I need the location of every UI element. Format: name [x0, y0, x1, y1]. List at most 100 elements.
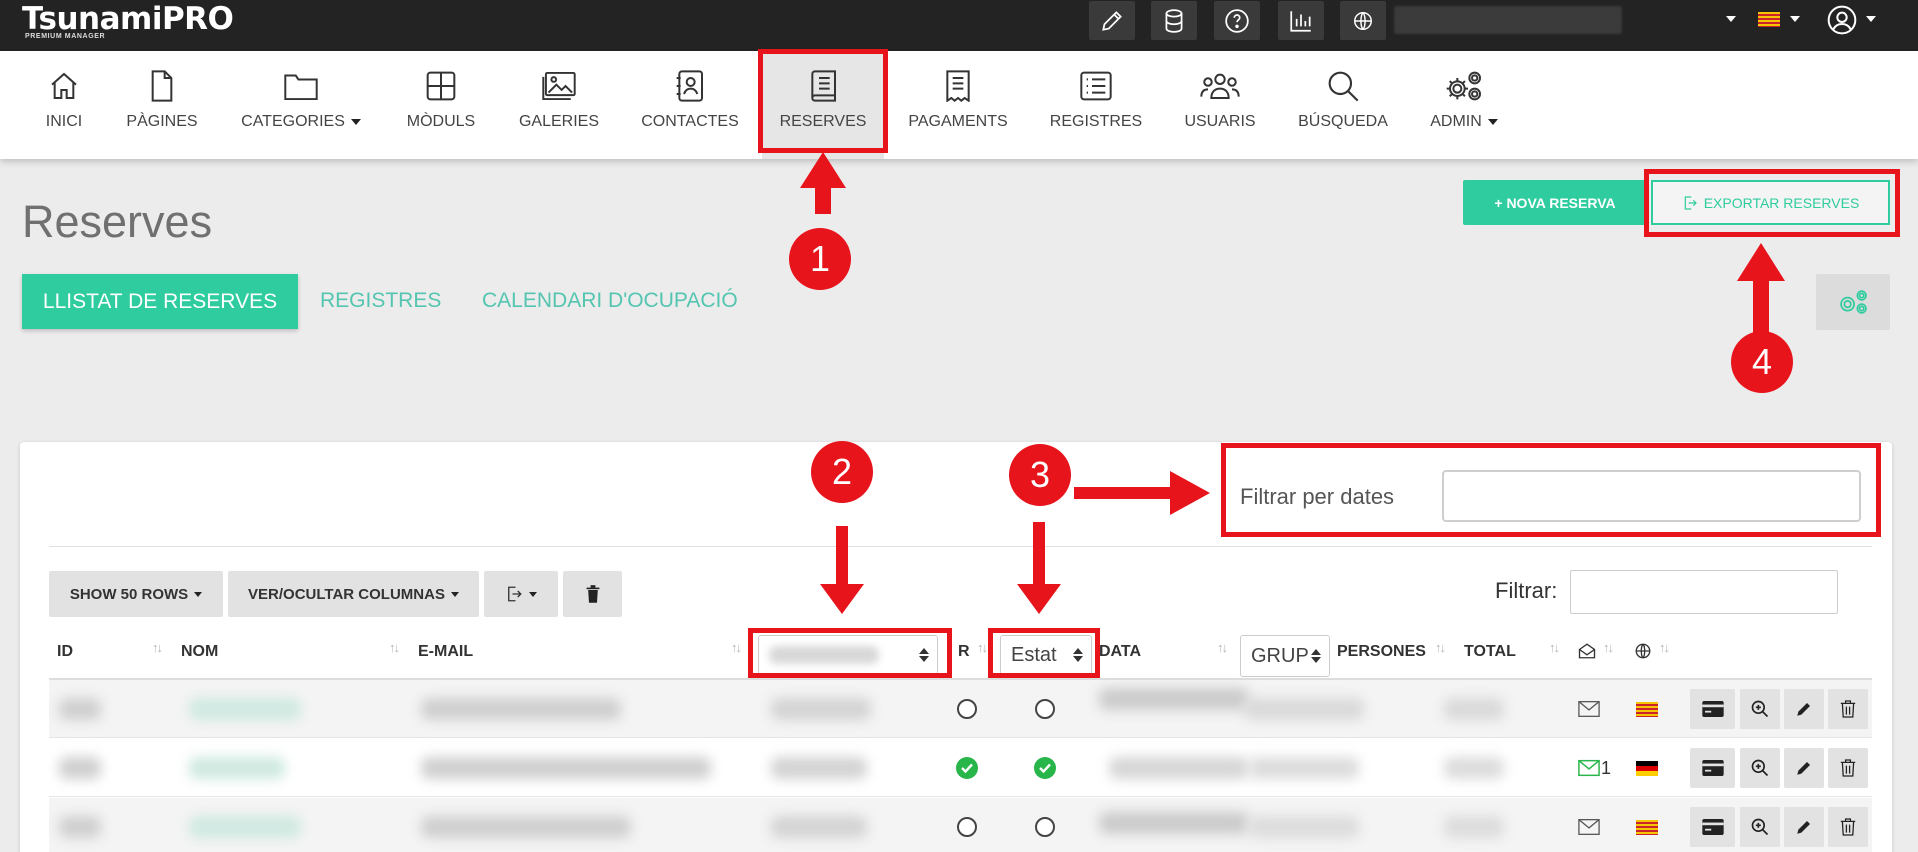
nav-label: ADMIN [1430, 113, 1482, 130]
sort-icon[interactable]: ↑↓ [1603, 640, 1614, 655]
new-reservation-button[interactable]: + NOVA RESERVA [1463, 180, 1647, 225]
settings-button[interactable] [1816, 274, 1890, 330]
sort-icon[interactable]: ↑↓ [977, 640, 988, 655]
delete-selected-button[interactable] [563, 571, 622, 617]
edit-button[interactable] [1784, 807, 1824, 847]
tab-llistat[interactable]: LLISTAT DE RESERVES [22, 274, 298, 329]
search-icon [1327, 69, 1359, 103]
estat-radio[interactable] [1035, 817, 1055, 837]
mail-column-icon[interactable] [1578, 642, 1596, 665]
table-row[interactable]: 1 [49, 739, 1872, 797]
trash-icon [1840, 818, 1856, 836]
delete-button[interactable] [1828, 807, 1868, 847]
nav-label: GALERIES [518, 113, 600, 130]
mail-icon[interactable] [1578, 818, 1600, 841]
annotation-badge-3: 3 [1009, 444, 1071, 506]
mail-icon[interactable] [1578, 700, 1600, 723]
annotation-box-export [1644, 169, 1900, 237]
r-checked-icon[interactable] [956, 757, 978, 779]
nav-admin[interactable]: ADMIN [1424, 51, 1504, 159]
language-column-icon[interactable] [1634, 642, 1652, 665]
globe-icon[interactable] [1340, 1, 1386, 40]
sort-icon[interactable]: ↑↓ [731, 640, 742, 655]
zoom-icon [1751, 759, 1769, 777]
main-nav: INICI PÀGINES CATEGORIES MÒDULS GALERIES… [0, 51, 1918, 159]
col-data[interactable]: DATA [1099, 643, 1141, 661]
help-icon[interactable] [1214, 1, 1260, 40]
toggle-columns-button[interactable]: VER/OCULTAR COLUMNAS [228, 571, 479, 617]
table-row[interactable] [49, 680, 1872, 738]
delete-button[interactable] [1828, 689, 1868, 729]
nav-busqueda[interactable]: BÚSQUEDA [1296, 51, 1390, 159]
r-radio[interactable] [957, 699, 977, 719]
nav-label: CATEGORIES [241, 113, 345, 130]
credit-card-icon [1701, 701, 1724, 717]
nav-categories[interactable]: CATEGORIES [236, 51, 366, 159]
nav-label: INICI [45, 113, 83, 130]
chart-icon[interactable] [1278, 1, 1324, 40]
view-button[interactable] [1740, 748, 1780, 788]
filter-input[interactable] [1570, 570, 1838, 614]
site-caret-icon[interactable] [1726, 16, 1736, 22]
col-r[interactable]: R [958, 643, 970, 661]
tab-registres[interactable]: REGISTRES [320, 289, 441, 313]
file-icon [148, 69, 176, 103]
sort-icon[interactable]: ↑↓ [1549, 640, 1560, 655]
payment-button[interactable] [1690, 689, 1735, 729]
database-icon[interactable] [1151, 1, 1197, 40]
view-button[interactable] [1740, 807, 1780, 847]
delete-button[interactable] [1828, 748, 1868, 788]
table-row[interactable] [49, 798, 1872, 852]
chevron-down-icon [529, 591, 537, 597]
payment-button[interactable] [1690, 748, 1735, 788]
nav-contactes[interactable]: CONTACTES [638, 51, 742, 159]
col-persones[interactable]: PERSONES [1337, 643, 1426, 661]
site-selector[interactable] [1394, 6, 1622, 34]
nav-pagaments[interactable]: PAGAMENTS [906, 51, 1010, 159]
nav-moduls[interactable]: MÒDULS [398, 51, 484, 159]
tab-calendari[interactable]: CALENDARI D'OCUPACIÓ [482, 289, 738, 313]
pencil-icon[interactable] [1089, 1, 1135, 40]
annotation-arrow-up [800, 152, 846, 214]
annotation-arrow-right [1074, 471, 1210, 515]
sort-icon[interactable]: ↑↓ [1659, 640, 1670, 655]
annotation-arrow-up [1737, 243, 1785, 337]
view-button[interactable] [1740, 689, 1780, 729]
sort-icon[interactable]: ↑↓ [1217, 640, 1228, 655]
annotation-arrow-down [1017, 522, 1061, 614]
export-table-button[interactable] [484, 571, 558, 617]
credit-card-icon [1701, 760, 1724, 776]
gears-icon [1444, 69, 1484, 103]
annotation-arrow-down [820, 526, 864, 614]
language-caret-icon[interactable] [1790, 16, 1800, 22]
col-email[interactable]: E-MAIL [418, 643, 473, 661]
sort-icon[interactable]: ↑↓ [152, 640, 163, 655]
language-flag-icon[interactable] [1758, 12, 1780, 27]
col-total[interactable]: TOTAL [1464, 643, 1516, 661]
nav-label: BÚSQUEDA [1298, 113, 1388, 130]
grup-select[interactable]: GRUP [1240, 635, 1330, 677]
edit-button[interactable] [1784, 748, 1824, 788]
edit-button[interactable] [1784, 689, 1824, 729]
nav-usuaris[interactable]: USUARIS [1180, 51, 1260, 159]
col-id[interactable]: ID [57, 643, 73, 661]
sort-icon[interactable]: ↑↓ [1435, 640, 1446, 655]
pencil-icon [1797, 762, 1810, 775]
mail-sent-icon[interactable] [1578, 759, 1600, 782]
col-nom[interactable]: NOM [181, 643, 218, 661]
show-rows-button[interactable]: SHOW 50 ROWS [49, 571, 223, 617]
user-avatar-icon[interactable] [1826, 4, 1858, 41]
user-caret-icon[interactable] [1866, 16, 1876, 22]
flag-de-icon [1636, 761, 1658, 776]
sort-icon[interactable]: ↑↓ [389, 640, 400, 655]
nav-registres[interactable]: REGISTRES [1048, 51, 1144, 159]
payment-button[interactable] [1690, 807, 1735, 847]
estat-radio[interactable] [1035, 699, 1055, 719]
home-icon [48, 69, 80, 103]
nav-galeries[interactable]: GALERIES [514, 51, 604, 159]
r-radio[interactable] [957, 817, 977, 837]
estat-checked-icon[interactable] [1034, 757, 1056, 779]
nav-pagines[interactable]: PÀGINES [122, 51, 202, 159]
page-title: Reserves [22, 196, 213, 247]
nav-inici[interactable]: INICI [34, 51, 94, 159]
